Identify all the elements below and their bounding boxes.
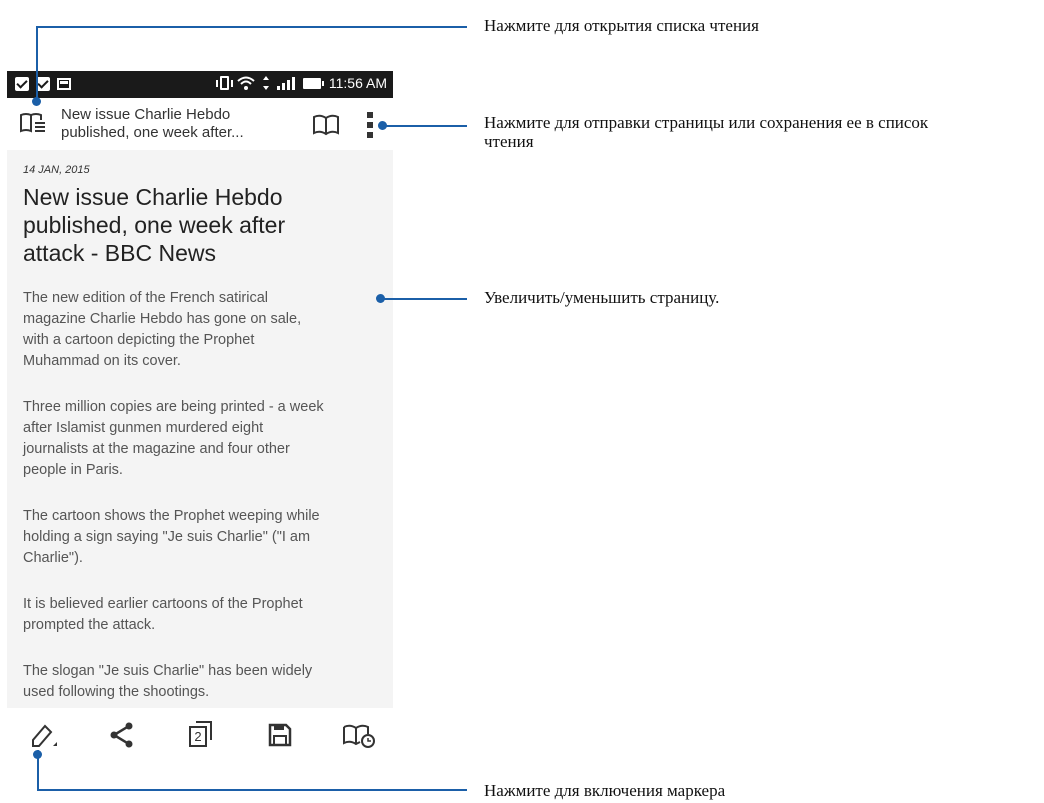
article-paragraph: The new edition of the French satirical … [23,290,302,369]
bottom-toolbar: 2 [7,708,393,764]
image-notification-icon [57,78,71,90]
article-paragraph: Three million copies are being printed -… [23,399,324,478]
article-paragraph: The slogan "Je suis Charlie" has been wi… [23,663,313,700]
vibrate-icon [215,76,233,90]
callout-share-save: Нажмите для отправки страницы или сохран… [484,113,929,151]
callout-line [36,27,38,99]
highlighter-icon[interactable] [29,722,59,750]
phone-screen: 11:56 AM New issue Charlie Hebdo publish… [7,71,393,764]
share-icon[interactable] [109,722,135,748]
more-options-icon[interactable] [366,111,374,139]
save-icon[interactable] [267,722,293,748]
callout-line [37,789,467,791]
page-title: New issue Charlie Hebdo published, one w… [61,106,244,141]
callout-line [380,298,467,300]
article-paragraph: It is believed earlier cartoons of the P… [23,596,303,633]
signal-icon [276,76,295,90]
data-transfer-icon [262,76,269,90]
callout-zoom: Увеличить/уменьшить страницу. [484,288,720,307]
callout-line [36,26,467,28]
article-headline: New issue Charlie Hebdo published, one w… [23,184,286,266]
clock: 11:56 AM [328,75,387,91]
article-content[interactable]: 14 JAN, 2015 New issue Charlie Hebdo pub… [7,150,393,708]
reading-list-icon[interactable] [19,112,47,134]
wifi-icon [237,76,255,90]
article-date: 14 JAN, 2015 [23,164,90,176]
status-bar: 11:56 AM [7,71,393,98]
page-count-icon[interactable]: 2 [188,720,214,748]
callout-line [37,750,39,791]
reader-mode-icon[interactable] [312,114,340,136]
callout-dot [32,97,41,106]
article-paragraph: The cartoon shows the Prophet weeping wh… [23,508,320,566]
battery-icon [302,77,324,89]
checkbox-notification-icon [15,77,29,91]
callout-line [382,125,467,127]
reader-toolbar: New issue Charlie Hebdo published, one w… [7,98,393,150]
callout-highlighter: Нажмите для включения маркера [484,781,726,800]
callout-reading-list: Нажмите для открытия списка чтения [484,16,759,35]
reading-list-add-icon[interactable] [342,722,376,748]
page-count-label: 2 [194,729,202,744]
checkbox-notification-icon [36,77,50,91]
